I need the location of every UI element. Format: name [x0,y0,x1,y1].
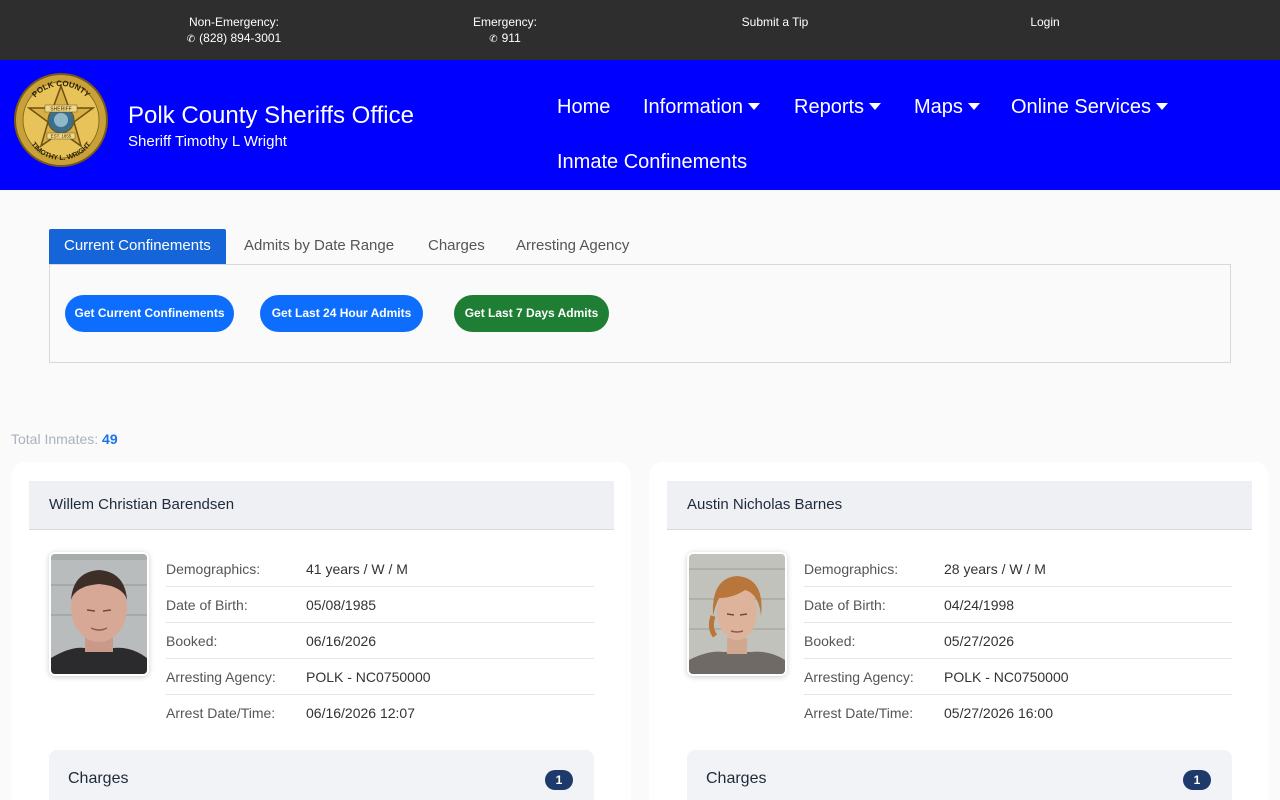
arrest-datetime-value: 05/27/2026 16:00 [944,705,1053,721]
mugshot-image [689,554,785,674]
site-header: SHERIFF EST. 1855 POLK COUNTY TIMOTHY L.… [0,60,1280,190]
charges-accordion[interactable]: Charges 1 [687,750,1232,800]
non-emergency-label: Non-Emergency: [188,15,280,29]
inmate-name[interactable]: Willem Christian Barendsen [49,496,234,513]
agency-value: POLK - NC0750000 [306,669,431,685]
nav-information[interactable]: Information [643,96,761,119]
total-inmates: Total Inmates: 49 [11,431,118,447]
inmate-photo[interactable] [687,552,787,676]
demographics-value: 41 years / W / M [306,561,408,577]
nav-inmate-confinements[interactable]: Inmate Confinements [557,151,747,174]
booked-value: 06/16/2026 [306,633,377,649]
caret-down-icon [1156,103,1169,110]
arrest-datetime-value: 06/16/2026 12:07 [306,705,415,721]
dob-label: Date of Birth: [166,597,248,613]
charges-label: Charges [68,770,129,787]
inmate-name[interactable]: Austin Nicholas Barnes [687,496,842,513]
total-inmates-label: Total Inmates: [11,431,99,447]
site-title[interactable]: Polk County Sheriffs Office [128,102,414,130]
svg-text:EST. 1855: EST. 1855 [51,134,72,139]
agency-row: Arresting Agency: POLK - NC0750000 [166,659,594,695]
dob-row: Date of Birth: 05/08/1985 [166,587,594,623]
dob-value: 04/24/1998 [944,597,1015,613]
nav-online-services[interactable]: Online Services [1011,96,1169,119]
agency-value: POLK - NC0750000 [944,669,1069,685]
get-current-confinements-button[interactable]: Get Current Confinements [65,295,234,332]
dob-value: 05/08/1985 [306,597,377,613]
nav-home[interactable]: Home [557,96,610,119]
phone-icon: ✆ [186,34,196,45]
tab-arresting-agency[interactable]: Arresting Agency [501,229,644,265]
non-emergency-phone[interactable]: (828) 894-3001 [199,31,281,45]
charges-count-badge: 1 [1183,770,1211,790]
demographics-row: Demographics: 41 years / W / M [166,551,594,587]
arrest-datetime-label: Arrest Date/Time: [804,705,914,721]
emergency-label: Emergency: [472,15,538,29]
tab-current-confinements[interactable]: Current Confinements [49,229,226,265]
site-subtitle: Sheriff Timothy L Wright [128,133,287,150]
demographics-row: Demographics: 28 years / W / M [804,551,1232,587]
nav-reports[interactable]: Reports [794,96,882,119]
inmate-card-header[interactable]: Willem Christian Barendsen [29,481,614,530]
charges-label: Charges [706,770,767,787]
demographics-value: 28 years / W / M [944,561,1046,577]
inmate-photo[interactable] [49,552,149,676]
demographics-label: Demographics: [804,561,899,577]
top-utility-bar: Non-Emergency: ✆ (828) 894-3001 Emergency… [0,0,1280,60]
agency-label: Arresting Agency: [804,669,914,685]
arrest-datetime-label: Arrest Date/Time: [166,705,276,721]
submit-tip-link[interactable]: Submit a Tip [725,14,825,30]
caret-down-icon [869,103,882,110]
booked-label: Booked: [804,633,856,649]
tab-admits-by-date-range[interactable]: Admits by Date Range [229,229,409,265]
agency-label: Arresting Agency: [166,669,276,685]
inmate-card: Austin Nicholas Barnes Demographics: 28 … [649,462,1269,800]
charges-accordion[interactable]: Charges 1 [49,750,594,800]
nav-maps[interactable]: Maps [914,96,980,119]
svg-text:SHERIFF: SHERIFF [50,107,71,113]
phone-icon: ✆ [489,34,498,45]
charges-count-badge: 1 [545,770,573,790]
dob-row: Date of Birth: 04/24/1998 [804,587,1232,623]
non-emergency-contact[interactable]: Non-Emergency: ✆ (828) 894-3001 [174,14,294,48]
tab-panel-current-confinements: Get Current Confinements Get Last 24 Hou… [49,264,1231,363]
booked-row: Booked: 05/27/2026 [804,623,1232,659]
booked-row: Booked: 06/16/2026 [166,623,594,659]
inmate-card-header[interactable]: Austin Nicholas Barnes [667,481,1252,530]
demographics-label: Demographics: [166,561,261,577]
inmate-card: Willem Christian Barendsen Demographics:… [11,462,631,800]
agency-row: Arresting Agency: POLK - NC0750000 [804,659,1232,695]
caret-down-icon [748,103,761,110]
get-last-24-hour-admits-button[interactable]: Get Last 24 Hour Admits [260,295,423,332]
booked-value: 05/27/2026 [944,633,1015,649]
tab-charges[interactable]: Charges [413,229,500,265]
booked-label: Booked: [166,633,218,649]
arrest-datetime-row: Arrest Date/Time: 06/16/2026 12:07 [166,695,594,731]
sheriff-star-badge-icon[interactable]: SHERIFF EST. 1855 POLK COUNTY TIMOTHY L.… [13,72,109,168]
mugshot-image [51,554,147,674]
total-inmates-value: 49 [102,431,118,447]
emergency-contact[interactable]: Emergency: ✆ 911 [455,14,555,48]
login-link[interactable]: Login [1010,14,1080,30]
caret-down-icon [967,103,980,110]
emergency-phone[interactable]: 911 [502,31,521,45]
arrest-datetime-row: Arrest Date/Time: 05/27/2026 16:00 [804,695,1232,731]
dob-label: Date of Birth: [804,597,886,613]
get-last-7-days-admits-button[interactable]: Get Last 7 Days Admits [454,295,609,332]
